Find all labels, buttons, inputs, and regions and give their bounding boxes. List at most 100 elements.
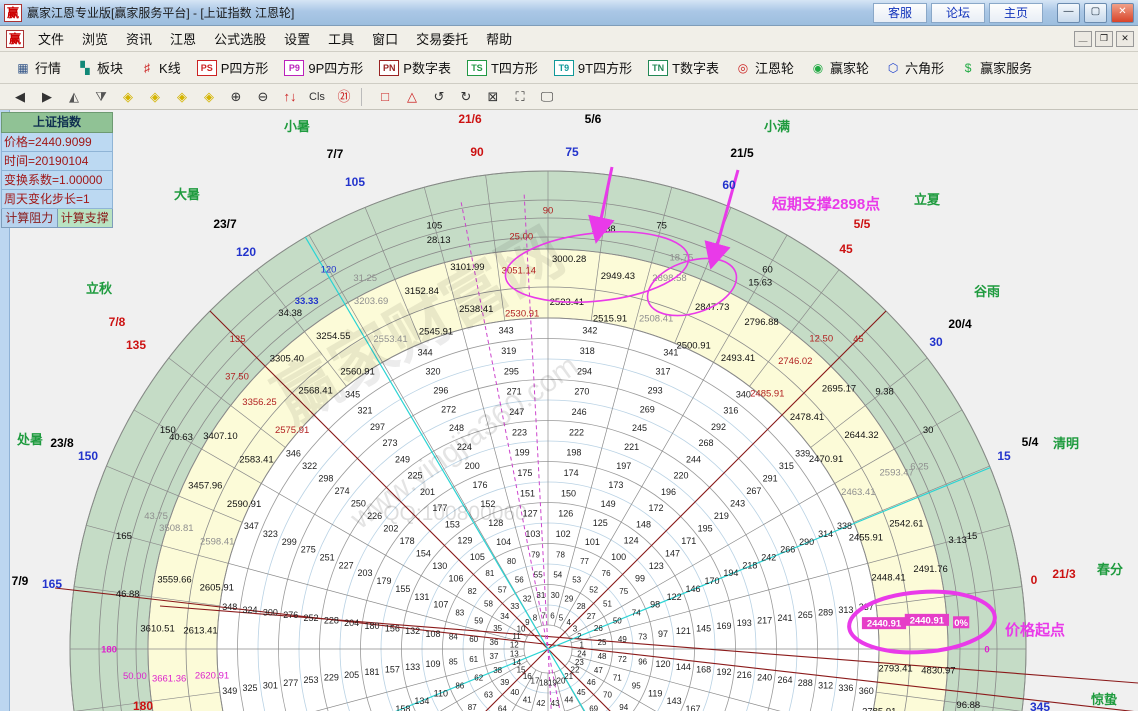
rotate-cw-icon[interactable]: ↻ xyxy=(454,87,478,107)
svg-text:3610.51: 3610.51 xyxy=(140,623,174,634)
screen-tool-icon[interactable]: 🖵 xyxy=(535,87,559,107)
close-button[interactable]: ✕ xyxy=(1111,3,1134,23)
toolbar-button-pn[interactable]: PNP数字表 xyxy=(372,55,458,80)
toolbar-button-ts[interactable]: TST四方形 xyxy=(460,55,545,80)
box-x-icon[interactable]: ⊠ xyxy=(481,87,505,107)
center-mark-icon[interactable]: ⛶ xyxy=(508,87,532,107)
rotate-ccw-icon[interactable]: ↺ xyxy=(427,87,451,107)
svg-text:46.88: 46.88 xyxy=(116,589,140,600)
minimize-button[interactable]: — xyxy=(1057,3,1080,23)
toolbar-button-dollar-service[interactable]: $赢家服务 xyxy=(953,55,1039,80)
svg-text:2491.76: 2491.76 xyxy=(913,564,947,575)
svg-text:246: 246 xyxy=(572,407,587,417)
toolbar-button-gann-wheel[interactable]: ◎江恩轮 xyxy=(728,55,801,80)
svg-text:12.50: 12.50 xyxy=(809,333,833,344)
toolbar-button-t9[interactable]: T99T四方形 xyxy=(547,55,639,80)
toolbar-button-p9[interactable]: P99P四方形 xyxy=(277,55,370,80)
triangle-tool-icon[interactable]: △ xyxy=(400,87,424,107)
svg-text:75: 75 xyxy=(656,220,667,231)
svg-text:147: 147 xyxy=(665,548,680,558)
svg-text:85: 85 xyxy=(449,657,458,666)
menu-1[interactable]: 文件 xyxy=(29,27,73,50)
menu-2[interactable]: 浏览 xyxy=(73,27,117,50)
separator xyxy=(361,88,368,106)
svg-text:216: 216 xyxy=(737,670,752,680)
diamond-down-icon[interactable]: ◈ xyxy=(197,87,221,107)
menu-5[interactable]: 公式选股 xyxy=(205,27,275,50)
wheel-outer-label: 0 xyxy=(1031,573,1038,587)
arrow-up-tri-icon[interactable]: ◭ xyxy=(62,87,86,107)
child-close-button[interactable]: ✕ xyxy=(1116,31,1134,47)
toolbar-button-kline[interactable]: ♯K线 xyxy=(132,55,188,80)
zoom-out-icon[interactable]: ⊖ xyxy=(251,87,275,107)
calc-support-button[interactable]: 计算支撑 xyxy=(58,209,114,228)
arrow-right-icon[interactable]: ▶ xyxy=(35,87,59,107)
menu-8[interactable]: 窗口 xyxy=(363,27,407,50)
wheel-outer-label: 21/3 xyxy=(1052,567,1076,581)
svg-text:201: 201 xyxy=(420,487,435,497)
menu-3[interactable]: 资讯 xyxy=(117,27,161,50)
wheel-outer-label: 大暑 xyxy=(174,187,200,202)
svg-text:297: 297 xyxy=(370,422,385,432)
zoom-in-icon[interactable]: ⊕ xyxy=(224,87,248,107)
menu-9[interactable]: 交易委托 xyxy=(407,27,477,50)
svg-text:276: 276 xyxy=(283,610,298,620)
window-title: 赢家江恩专业版[赢家服务平台] - [上证指数 江恩轮] xyxy=(27,4,294,21)
toolbar-button-hexagon[interactable]: ⬡六角形 xyxy=(878,55,951,80)
child-minimize-button[interactable]: ＿ xyxy=(1074,31,1092,47)
title-bar: 赢 赢家江恩专业版[赢家服务平台] - [上证指数 江恩轮] 客服 论坛 主页 … xyxy=(0,0,1138,26)
homepage-button[interactable]: 主页 xyxy=(989,3,1043,23)
arrow-down-tri-icon[interactable]: ⧩ xyxy=(89,87,113,107)
badge-P9-icon: P9 xyxy=(284,60,304,76)
toolbar-button-winner-wheel[interactable]: ◉赢家轮 xyxy=(803,55,876,80)
menu-logo-icon: 赢 xyxy=(6,30,24,48)
svg-text:301: 301 xyxy=(263,681,278,691)
svg-text:34: 34 xyxy=(500,612,509,621)
svg-text:82: 82 xyxy=(468,587,477,596)
diamond-right-icon[interactable]: ◈ xyxy=(143,87,167,107)
index-info-panel: 上证指数 价格=2440.9099 时间=20190104 变换系数=1.000… xyxy=(1,112,113,228)
gann-wheel-canvas[interactable]: 赢家财富网www.yingjia360.comQQ:10080006012345… xyxy=(0,110,1138,711)
updown-icon[interactable]: ↑↓ xyxy=(278,87,302,107)
diamond-up-icon[interactable]: ◈ xyxy=(170,87,194,107)
menu-10[interactable]: 帮助 xyxy=(477,27,521,50)
svg-text:220: 220 xyxy=(673,471,688,481)
svg-text:198: 198 xyxy=(566,448,581,458)
menu-6[interactable]: 设置 xyxy=(275,27,319,50)
svg-text:90: 90 xyxy=(543,206,554,217)
diamond-left-icon[interactable]: ◈ xyxy=(116,87,140,107)
svg-text:3.13: 3.13 xyxy=(948,535,967,546)
svg-text:3407.10: 3407.10 xyxy=(203,431,237,442)
arrow-left-icon[interactable]: ◀ xyxy=(8,87,32,107)
menu-7[interactable]: 工具 xyxy=(319,27,363,50)
svg-text:323: 323 xyxy=(263,529,278,539)
svg-text:152: 152 xyxy=(480,499,495,509)
calc-resistance-button[interactable]: 计算阻力 xyxy=(1,209,58,228)
svg-text:150: 150 xyxy=(160,425,176,436)
svg-text:170: 170 xyxy=(704,576,719,586)
svg-text:3152.84: 3152.84 xyxy=(405,286,439,297)
svg-text:154: 154 xyxy=(416,548,431,558)
customer-service-button[interactable]: 客服 xyxy=(873,3,927,23)
square-tool-icon[interactable]: □ xyxy=(373,87,397,107)
svg-text:143: 143 xyxy=(667,696,682,706)
svg-text:3661.36: 3661.36 xyxy=(152,674,186,685)
toolbar-button-ps[interactable]: PSP四方形 xyxy=(190,55,276,80)
svg-text:105: 105 xyxy=(470,552,485,562)
toolbar-button-tn[interactable]: TNT数字表 xyxy=(641,55,726,80)
wheel-outer-label: 345 xyxy=(1030,700,1050,711)
cls-icon[interactable]: Cls xyxy=(305,87,329,107)
svg-text:340: 340 xyxy=(736,389,751,399)
menu-4[interactable]: 江恩 xyxy=(161,27,205,50)
svg-text:218: 218 xyxy=(742,560,757,570)
child-restore-button[interactable]: ❐ xyxy=(1095,31,1113,47)
svg-text:300: 300 xyxy=(263,607,278,617)
svg-text:204: 204 xyxy=(344,618,359,628)
forum-button[interactable]: 论坛 xyxy=(931,3,985,23)
svg-text:25.00: 25.00 xyxy=(509,231,533,242)
svg-text:274: 274 xyxy=(335,486,350,496)
toolbar-button-blocks[interactable]: ▚板块 xyxy=(70,55,130,80)
toolbar-button-grid[interactable]: ▦行情 xyxy=(8,55,68,80)
calendar-21-icon[interactable]: ㉑ xyxy=(332,87,356,107)
restore-button[interactable]: ▢ xyxy=(1084,3,1107,23)
